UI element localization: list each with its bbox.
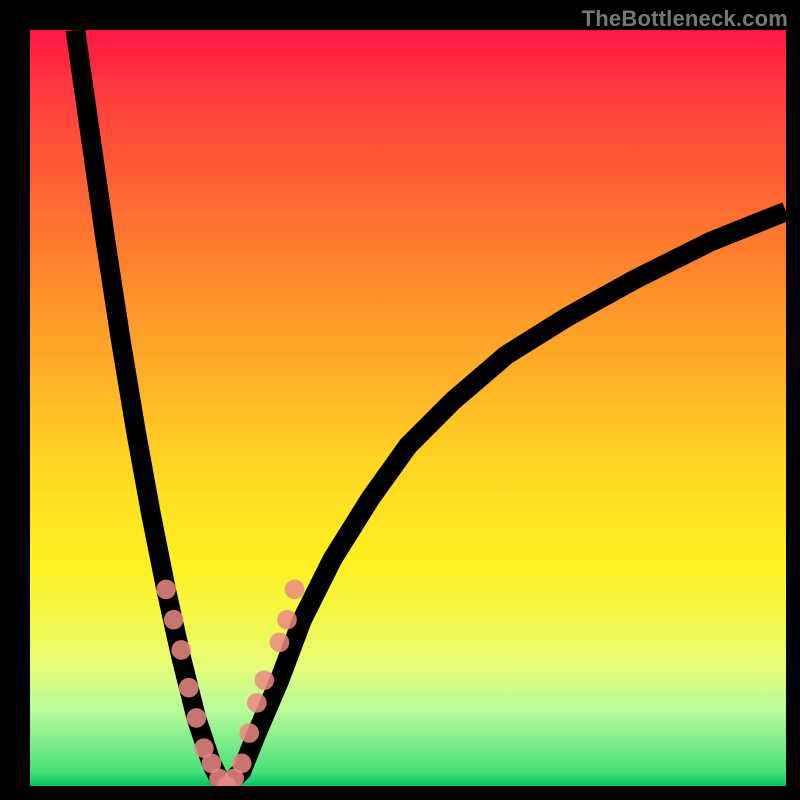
sample-dot (285, 580, 305, 600)
sample-dot (247, 693, 267, 713)
series-line-right (227, 211, 786, 786)
sample-dot (277, 610, 297, 630)
sample-dot (255, 670, 275, 690)
sample-dot (239, 723, 259, 743)
sample-dot (156, 580, 176, 600)
sample-dot (186, 708, 206, 728)
sample-dot (232, 753, 252, 773)
plot-area (30, 30, 786, 786)
sample-dot (270, 633, 290, 653)
series-line-left (75, 30, 226, 786)
watermark-text: TheBottleneck.com (582, 6, 788, 32)
sample-dot (171, 640, 191, 660)
sample-dot (179, 678, 199, 698)
plot-svg (30, 30, 786, 786)
sample-dot (164, 610, 184, 630)
chart-frame: TheBottleneck.com (0, 0, 800, 800)
